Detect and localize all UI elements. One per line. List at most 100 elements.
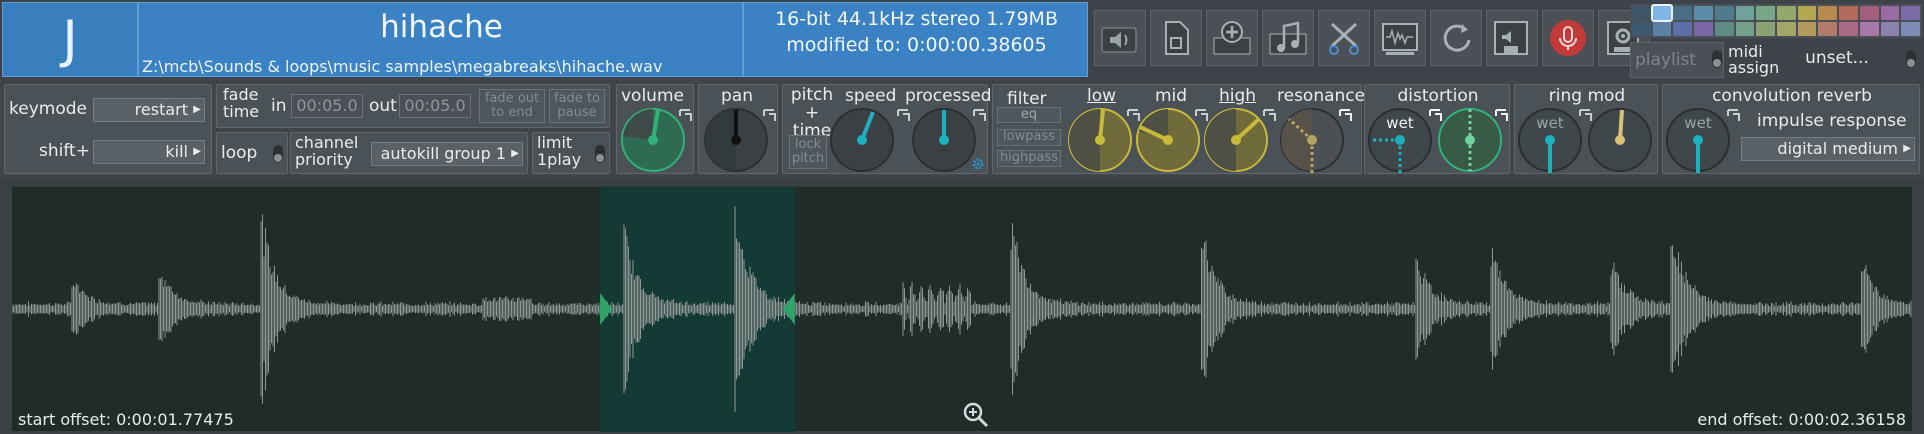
eq-high-knob[interactable] xyxy=(1203,107,1269,173)
loop-toggle[interactable] xyxy=(273,145,283,163)
zoom-icon[interactable] xyxy=(962,401,990,429)
ring-mod-wet-knob[interactable]: wet xyxy=(1517,107,1583,173)
palette-swatch[interactable] xyxy=(1756,6,1775,20)
eq-button[interactable]: eq xyxy=(997,107,1061,123)
palette-swatch[interactable] xyxy=(1652,22,1672,36)
file-button[interactable] xyxy=(1150,10,1202,66)
sample-path: Z:\mcb\Sounds & loops\music samples\mega… xyxy=(142,57,663,76)
palette-swatch[interactable] xyxy=(1859,6,1879,20)
pan-panel: pan xyxy=(698,84,778,174)
palette-swatch[interactable] xyxy=(1714,22,1734,36)
pan-reset-icon[interactable] xyxy=(761,107,777,123)
waveform-canvas[interactable] xyxy=(12,187,1912,432)
palette-swatch[interactable] xyxy=(1901,6,1920,20)
palette-swatch[interactable] xyxy=(1818,22,1838,36)
palette-swatch[interactable] xyxy=(1714,6,1734,20)
eq-low-knob[interactable] xyxy=(1067,107,1133,173)
distortion-wet-knob[interactable]: wet xyxy=(1367,107,1433,173)
fade-out-to-end-button[interactable]: fade out to end xyxy=(479,89,545,123)
fade-to-pause-button[interactable]: fade to pause xyxy=(549,89,605,123)
record-button[interactable] xyxy=(1542,10,1594,66)
lowpass-button[interactable]: lowpass xyxy=(997,129,1061,146)
speaker-button[interactable] xyxy=(1094,10,1146,66)
header-bar: J hihache Z:\mcb\Sounds & loops\music sa… xyxy=(0,0,1924,82)
pan-knob[interactable] xyxy=(703,107,769,173)
waveform-edit-button[interactable] xyxy=(1374,10,1426,66)
playlist-button[interactable]: playlist xyxy=(1630,42,1724,78)
fade-panel: fade time in 00:05.0 out 00:05.0 fade ou… xyxy=(216,84,610,128)
palette-swatch[interactable] xyxy=(1880,22,1900,36)
cut-button[interactable] xyxy=(1318,10,1370,66)
reverb-wet-label: wet xyxy=(1684,114,1711,132)
palette-swatch[interactable] xyxy=(1859,22,1879,36)
ring-mod-wet-label: wet xyxy=(1536,114,1563,132)
ring-mod-freq-knob[interactable] xyxy=(1587,107,1653,173)
palette-swatch[interactable] xyxy=(1673,22,1693,36)
keymode-label: keymode xyxy=(9,99,87,119)
palette-swatch[interactable] xyxy=(1839,22,1858,36)
palette-swatch[interactable] xyxy=(1818,6,1838,20)
palette-swatch[interactable] xyxy=(1776,6,1796,20)
speed-reset-icon[interactable] xyxy=(895,107,911,123)
highpass-button[interactable]: highpass xyxy=(997,150,1061,167)
palette-swatch[interactable] xyxy=(1650,4,1674,22)
palette-swatch[interactable] xyxy=(1880,6,1900,20)
gear-icon[interactable] xyxy=(971,157,985,171)
add-mix-button[interactable] xyxy=(1206,10,1258,66)
resonance-knob[interactable] xyxy=(1279,107,1345,173)
palette-swatch[interactable] xyxy=(1756,22,1775,36)
refresh-button[interactable] xyxy=(1430,10,1482,66)
sample-title-box: hihache Z:\mcb\Sounds & loops\music samp… xyxy=(138,2,743,77)
palette-swatch[interactable] xyxy=(1632,6,1651,20)
speaker-icon xyxy=(1101,27,1137,53)
color-palette[interactable] xyxy=(1630,4,1922,38)
format-info: 16-bit 44.1kHz stereo 1.79MB xyxy=(775,8,1058,30)
save-audio-button[interactable] xyxy=(1486,10,1538,66)
midi-assign-value[interactable]: unset... xyxy=(1786,48,1888,68)
key-letter: J xyxy=(62,9,78,70)
volume-reset-icon[interactable] xyxy=(677,107,693,123)
lock-pitch-button[interactable]: lock pitch xyxy=(789,135,827,169)
processed-knob[interactable] xyxy=(911,107,977,173)
ring-mod-label: ring mod xyxy=(1548,86,1626,106)
speed-knob[interactable] xyxy=(829,107,895,173)
playlist-toggle[interactable] xyxy=(1712,50,1722,68)
keymode-dropdown[interactable]: restart xyxy=(93,98,205,122)
music-note-icon xyxy=(1269,21,1307,55)
distortion-reset-icon[interactable] xyxy=(1493,107,1509,123)
music-note-button[interactable] xyxy=(1262,10,1314,66)
processed-label: processed xyxy=(905,86,992,106)
eq-mid-label: mid xyxy=(1155,86,1188,106)
eq-mid-knob[interactable] xyxy=(1135,107,1201,173)
waveform-display[interactable]: start offset: 0:00:01.77475 end offset: … xyxy=(12,186,1912,432)
fade-out-label: out xyxy=(369,96,397,116)
palette-swatch[interactable] xyxy=(1735,22,1755,36)
scissors-icon xyxy=(1329,22,1359,55)
palette-swatch[interactable] xyxy=(1797,22,1817,36)
pitch-time-panel: pitch + time speed processed lock pitch xyxy=(782,84,992,174)
keymode-panel: keymode restart shift+ kill xyxy=(4,84,212,174)
palette-swatch[interactable] xyxy=(1694,22,1713,36)
palette-swatch[interactable] xyxy=(1901,22,1920,36)
palette-swatch[interactable] xyxy=(1839,6,1858,20)
eq-high-reset-icon[interactable] xyxy=(1261,107,1277,123)
impulse-response-dropdown[interactable]: digital medium xyxy=(1741,137,1915,161)
reverb-wet-reset-icon[interactable] xyxy=(1725,107,1741,123)
limit-1play-toggle[interactable] xyxy=(595,145,605,163)
palette-swatch[interactable] xyxy=(1776,22,1796,36)
palette-swatch[interactable] xyxy=(1797,6,1817,20)
convolution-reverb-label: convolution reverb xyxy=(1712,86,1872,106)
channel-priority-dropdown[interactable]: autokill group 1 xyxy=(371,142,523,166)
microphone-icon xyxy=(1550,20,1586,56)
palette-swatch[interactable] xyxy=(1694,6,1713,20)
palette-swatch[interactable] xyxy=(1673,6,1693,20)
shift-dropdown[interactable]: kill xyxy=(93,140,205,164)
reverb-wet-knob[interactable]: wet xyxy=(1665,107,1731,173)
fade-out-field[interactable]: 00:05.0 xyxy=(399,94,471,118)
fade-in-field[interactable]: 00:05.0 xyxy=(291,94,363,118)
palette-swatch[interactable] xyxy=(1735,6,1755,20)
processed-reset-icon[interactable] xyxy=(971,107,987,123)
palette-swatch[interactable] xyxy=(1632,22,1651,36)
resonance-reset-icon[interactable] xyxy=(1337,107,1353,123)
midi-toggle[interactable] xyxy=(1906,50,1916,68)
